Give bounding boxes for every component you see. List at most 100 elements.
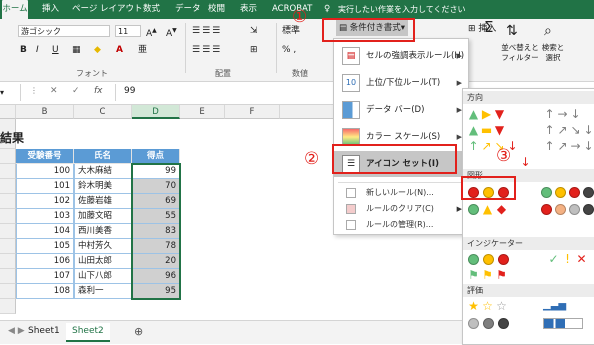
cancel-icon[interactable]: ✕ <box>50 86 58 96</box>
tab-page-layout[interactable]: ページ レイアウト <box>72 0 143 19</box>
column-header-c[interactable]: C <box>74 105 132 119</box>
menu-item-top-bottom-rules[interactable]: 10 上位/下位ルール(T) ▶ <box>334 70 468 96</box>
phonetic-icon[interactable]: 亜 <box>138 44 147 56</box>
percent-icon[interactable]: % , <box>282 44 296 56</box>
formula-input[interactable]: 99 <box>124 86 135 96</box>
fill-color-icon[interactable]: ◆ <box>94 44 101 56</box>
enter-icon[interactable]: ✓ <box>72 86 80 96</box>
table-header-name[interactable]: 氏名 <box>74 149 132 164</box>
table-cell-exam-number[interactable]: 103 <box>16 209 74 224</box>
column-header[interactable] <box>280 105 334 119</box>
section-indicators: インジケーター <box>463 237 594 250</box>
menu-item-new-rule[interactable]: 新しいルール(N)... <box>334 185 468 201</box>
column-header-d[interactable]: D <box>132 105 180 119</box>
autosum-button[interactable]: Σ <box>484 20 493 35</box>
table-cell-exam-number[interactable]: 104 <box>16 224 74 239</box>
row-header[interactable] <box>0 239 16 254</box>
star-icon: ★ <box>468 299 479 313</box>
tab-home[interactable]: ホーム <box>2 0 28 19</box>
font-size-select[interactable]: 11 <box>115 25 141 37</box>
bold-button[interactable]: B <box>20 44 27 56</box>
table-header-score[interactable]: 得点 <box>132 149 180 164</box>
menu-item-clear-rules[interactable]: ルールのクリア(C) ▶ <box>334 201 468 217</box>
row-header[interactable] <box>0 254 16 269</box>
row-header[interactable] <box>0 179 16 194</box>
align-left-icon[interactable]: ☰☰☰ <box>192 44 222 56</box>
border-icon[interactable]: ▦ <box>72 44 81 56</box>
row-header[interactable] <box>0 149 16 164</box>
table-cell-name[interactable]: 山田太郎 <box>74 254 132 269</box>
column-header-f[interactable]: F <box>225 105 280 119</box>
merge-icon[interactable]: ⊞ <box>250 44 258 56</box>
sheet-title[interactable]: 結果 <box>0 130 74 145</box>
sort-filter-button[interactable]: 並べ替えと フィルター <box>500 43 540 63</box>
tab-review[interactable]: 校閲 <box>208 0 225 19</box>
table-cell-name[interactable]: 加藤文昭 <box>74 209 132 224</box>
sort-icon[interactable]: ⇅ <box>506 24 518 38</box>
add-sheet-icon[interactable]: ⊕ <box>128 323 149 340</box>
tab-insert[interactable]: 挿入 <box>42 0 59 19</box>
sheet-tab-sheet1[interactable]: Sheet1 <box>22 323 66 340</box>
arrow-diagonal-up-icon: ↗ <box>481 139 492 153</box>
indicator-icon-sets[interactable]: ✓ ! ✕ ⚑ ⚑ ⚑ <box>463 251 594 285</box>
table-cell-name[interactable]: 中村芳久 <box>74 239 132 254</box>
table-cell-exam-number[interactable]: 108 <box>16 284 74 299</box>
ribbon: 游ゴシック 11 A▲ A▼ B I U ▦ ◆ A 亜 フォント ☰☰☰ ☰☰… <box>0 19 594 82</box>
arrow-up-icon: ↑ <box>468 139 479 153</box>
table-cell-exam-number[interactable]: 102 <box>16 194 74 209</box>
name-box-dropdown-icon[interactable]: ▾ <box>0 85 14 100</box>
shrink-font-icon[interactable]: A▼ <box>166 25 177 40</box>
sheet-tab-sheet2[interactable]: Sheet2 <box>66 323 110 342</box>
table-cell-name[interactable]: 森利一 <box>74 284 132 299</box>
black-circle-icon <box>583 187 594 198</box>
yellow-circle-icon <box>555 187 566 198</box>
find-select-button[interactable]: 検索と 選択 <box>538 43 568 63</box>
row-header[interactable] <box>0 284 16 299</box>
tell-me-lightbulb-icon[interactable]: ♀ <box>324 0 330 19</box>
rating-icon-sets[interactable]: ★ ☆ ☆ ▁▃▅ <box>463 298 594 342</box>
data-bar-icon <box>342 101 360 119</box>
table-cell-exam-number[interactable]: 101 <box>16 179 74 194</box>
underline-button[interactable]: U <box>52 44 59 56</box>
table-cell-exam-number[interactable]: 100 <box>16 164 74 179</box>
table-cell-name[interactable]: 大木麻結 <box>74 164 132 179</box>
more-icon[interactable]: ⋮ <box>30 86 38 95</box>
table-header-exam-number[interactable]: 受験番号 <box>16 149 74 164</box>
column-header-e[interactable]: E <box>180 105 225 119</box>
check-icon: ✓ <box>548 252 559 266</box>
tab-data[interactable]: データ <box>175 0 201 19</box>
menu-item-highlight-rules[interactable]: ▤ セルの強調表示ルール(H) ▶ <box>334 43 468 69</box>
tab-view[interactable]: 表示 <box>240 0 257 19</box>
table-cell-name[interactable]: 鈴木明美 <box>74 179 132 194</box>
table-cell-name[interactable]: 西川美香 <box>74 224 132 239</box>
font-color-icon[interactable]: A <box>116 44 123 56</box>
green-circle-icon <box>468 204 479 215</box>
italic-button[interactable]: I <box>36 44 39 56</box>
menu-item-data-bars[interactable]: データ バー(D) ▶ <box>334 97 468 123</box>
menu-item-manage-rules[interactable]: ルールの管理(R)... <box>334 217 468 233</box>
row-header[interactable] <box>0 164 16 179</box>
directional-icon-sets[interactable]: ▲ ▶ ▼ ▲ ▬ ▼ ↑ ↗ ↘ ↓ ↑ → ↓ ↑ ↗ ↘ ↓ ↑ ↗ → … <box>463 106 594 168</box>
row-header[interactable] <box>0 299 16 314</box>
wrap-text-icon[interactable]: ⇲ <box>250 25 258 37</box>
divider <box>20 84 21 101</box>
table-cell-exam-number[interactable]: 105 <box>16 239 74 254</box>
align-top-icon[interactable]: ☰☰☰ <box>192 25 222 37</box>
row-header[interactable] <box>0 194 16 209</box>
insert-function-icon[interactable]: fx <box>94 86 103 96</box>
column-header-b[interactable]: B <box>16 105 74 119</box>
gray-arrow-down-icon: ↓ <box>570 107 581 121</box>
select-all-corner[interactable] <box>0 105 16 119</box>
row-header[interactable] <box>0 224 16 239</box>
table-cell-name[interactable]: 佐藤岩雄 <box>74 194 132 209</box>
table-cell-exam-number[interactable]: 107 <box>16 269 74 284</box>
search-icon[interactable]: ⌕ <box>544 24 552 38</box>
font-name-select[interactable]: 游ゴシック <box>18 25 110 37</box>
grow-font-icon[interactable]: A▲ <box>146 25 157 40</box>
row-header[interactable] <box>0 269 16 284</box>
tab-formulas[interactable]: 数式 <box>143 0 160 19</box>
row-header[interactable] <box>0 209 16 224</box>
tell-me-box[interactable]: 実行したい作業を入力してください <box>338 0 466 19</box>
table-cell-name[interactable]: 山下八郎 <box>74 269 132 284</box>
table-cell-exam-number[interactable]: 106 <box>16 254 74 269</box>
